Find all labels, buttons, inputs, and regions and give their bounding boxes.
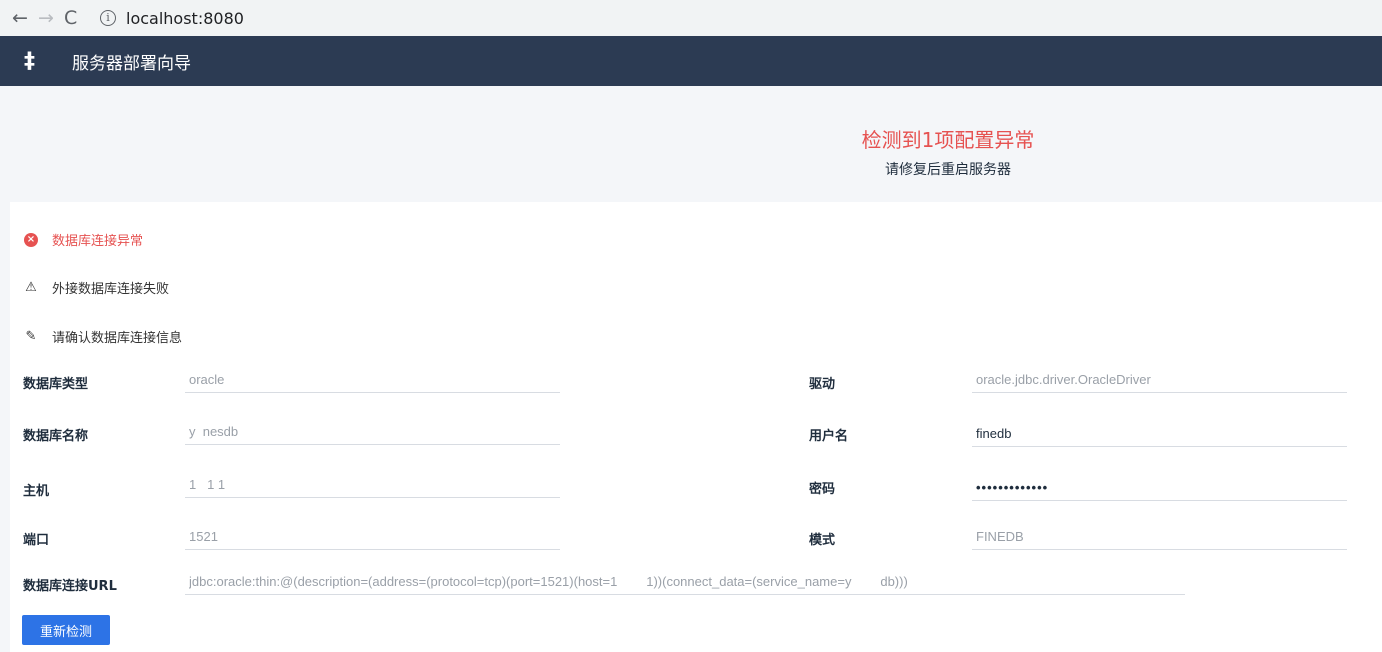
password-label: 密码 [809,482,836,497]
recheck-button[interactable]: 重新检测 [22,615,110,645]
alarm-icon: ⚠ [25,280,37,295]
db-name-input[interactable] [185,419,560,445]
error-title: 数据库连接异常 [52,234,144,249]
alert-banner: 检测到1项配置异常 请修复后重启服务器 [0,86,1382,202]
username-input[interactable] [972,421,1347,447]
port-label: 端口 [23,533,50,548]
host-label: 主机 [23,484,50,499]
logo-icon: ‡ [24,48,35,74]
db-type-label: 数据库类型 [23,377,89,392]
driver-label: 驱动 [809,377,836,392]
browser-toolbar: ← → C i localhost:8080 [0,0,1382,36]
cause-text: 外接数据库连接失败 [52,282,170,297]
banner-subtitle: 请修复后重启服务器 [885,162,1011,178]
host-input[interactable] [185,472,560,498]
db-type-input[interactable] [185,367,560,393]
app-title: 服务器部署向导 [72,53,191,74]
address-bar[interactable]: i localhost:8080 [100,4,620,32]
config-panel: × 数据库连接异常 ⚠ 外接数据库连接失败 ✎ 请确认数据库连接信息 数据库类型… [10,202,1382,652]
reload-icon[interactable]: C [64,7,90,29]
schema-label: 模式 [809,533,836,548]
app-header: ‡ 服务器部署向导 [0,36,1382,86]
error-heading: × 数据库连接异常 [24,230,143,249]
port-input[interactable] [185,524,560,550]
forward-icon[interactable]: → [38,7,64,29]
schema-input[interactable] [972,524,1347,550]
fix-text: 请确认数据库连接信息 [52,331,183,346]
wrench-icon: ✎ [25,329,37,344]
password-input[interactable] [972,475,1347,501]
driver-input[interactable] [972,367,1347,393]
db-url-label: 数据库连接URL [23,579,117,594]
db-url-input[interactable] [185,569,1185,595]
username-label: 用户名 [809,429,849,444]
cause-line: ⚠ 外接数据库连接失败 [24,278,169,297]
fix-line: ✎ 请确认数据库连接信息 [24,327,182,346]
back-icon[interactable]: ← [12,7,38,29]
error-icon: × [24,232,38,247]
info-icon[interactable]: i [100,10,116,26]
url-text[interactable]: localhost:8080 [126,9,244,28]
db-name-label: 数据库名称 [23,429,89,444]
banner-title: 检测到1项配置异常 [861,128,1035,152]
